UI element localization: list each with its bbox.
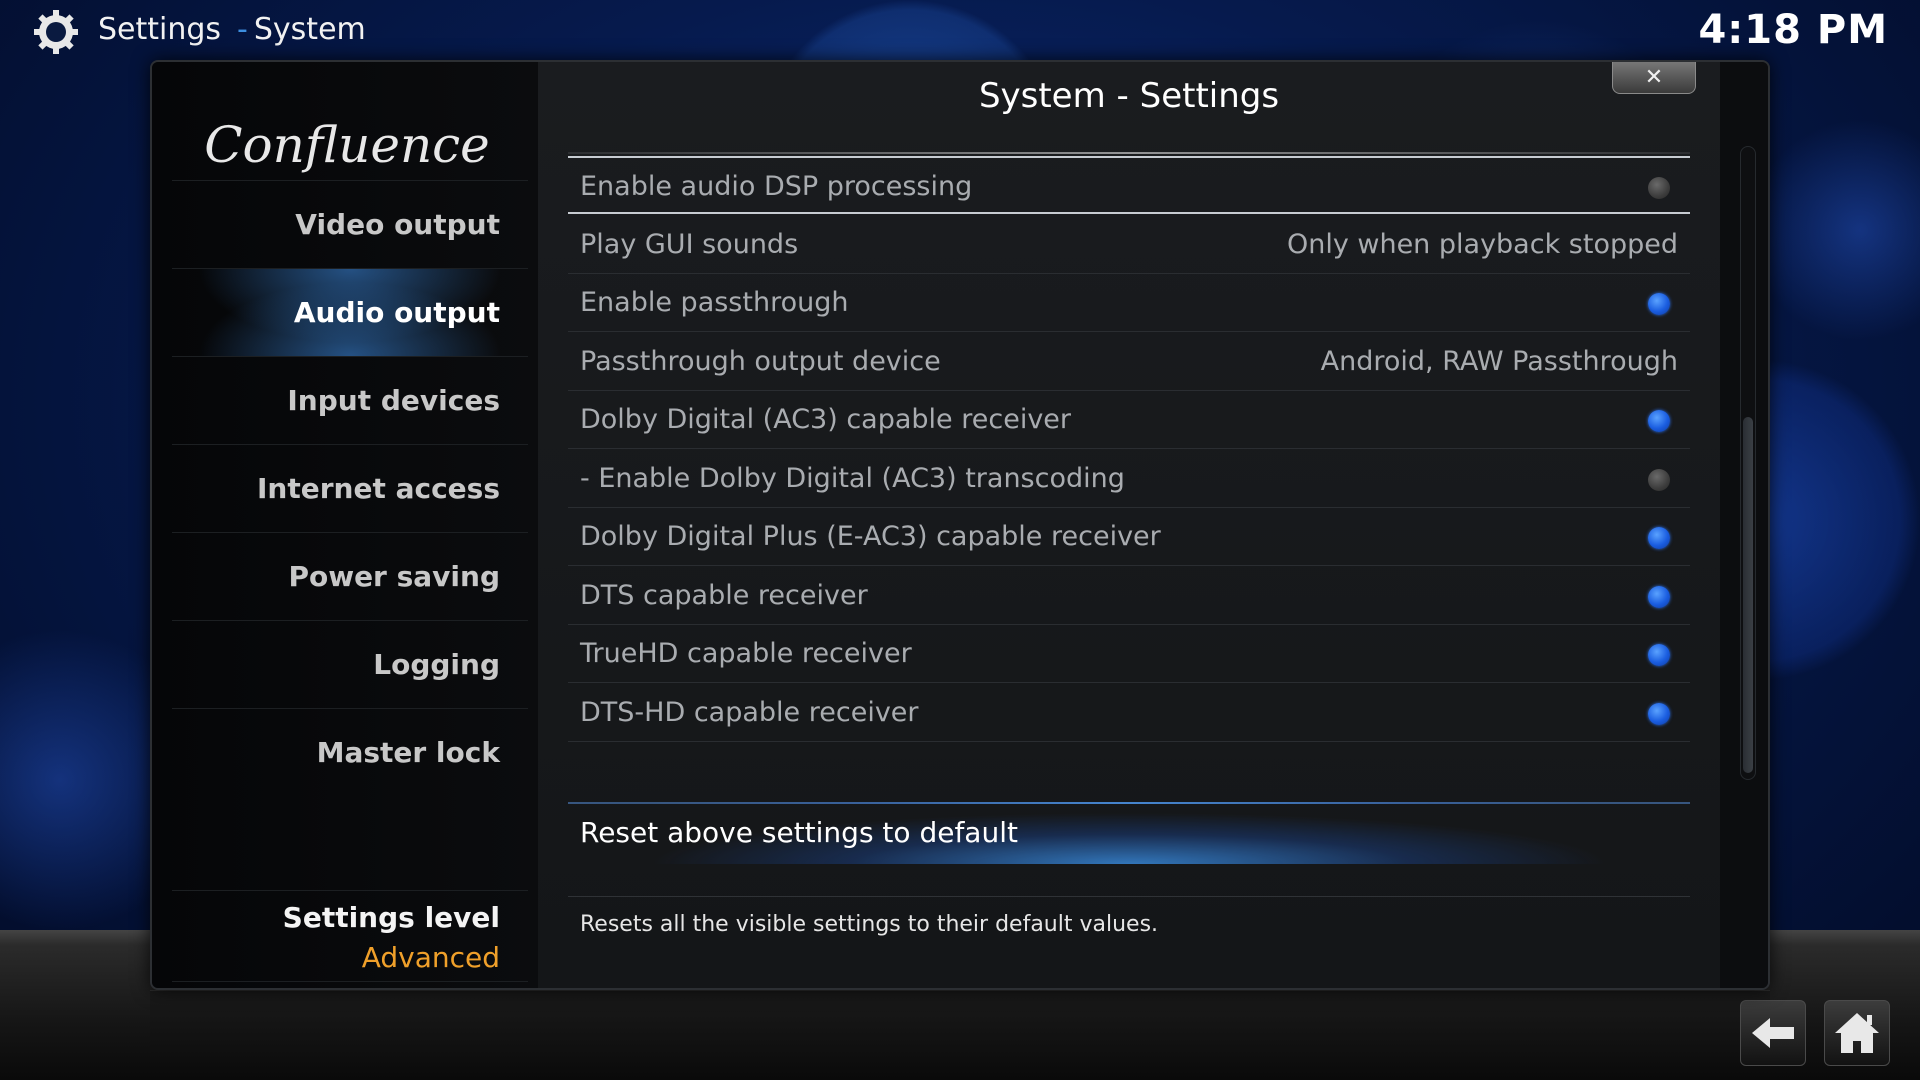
- settings-dialog: Confluence Video output Audio output Inp…: [150, 60, 1770, 990]
- sidebar-item-master-lock[interactable]: Master lock: [172, 708, 528, 796]
- setting-value: Only when playback stopped: [1286, 229, 1678, 260]
- toggle-on-indicator: [1648, 644, 1670, 666]
- reset-label: Reset above settings to default: [580, 816, 1018, 849]
- sidebar-item-input-devices[interactable]: Input devices: [172, 356, 528, 444]
- dialog-title: System - Settings: [978, 76, 1280, 116]
- setting-label: DTS capable receiver: [580, 580, 868, 611]
- svg-text:Confluence: Confluence: [204, 116, 490, 174]
- settings-level-label: Settings level: [282, 901, 500, 934]
- settings-level-value: Advanced: [361, 941, 500, 974]
- sidebar-item-label: Video output: [295, 208, 500, 241]
- setting-label: Passthrough output device: [580, 346, 941, 377]
- setting-row-dts-hd[interactable]: DTS-HD capable receiver: [568, 684, 1690, 742]
- setting-description: Resets all the visible settings to their…: [580, 912, 1159, 937]
- back-button[interactable]: [1740, 1000, 1806, 1066]
- toggle-on-indicator: [1648, 293, 1670, 315]
- sidebar-item-label: Input devices: [287, 384, 500, 417]
- sidebar-item-label: Power saving: [288, 560, 500, 593]
- clock: 4:18 PM: [1698, 7, 1888, 53]
- setting-label: Dolby Digital Plus (E-AC3) capable recei…: [580, 521, 1161, 552]
- scrollbar-thumb[interactable]: [1743, 417, 1753, 773]
- sidebar-item-label: Master lock: [316, 736, 500, 769]
- setting-row-ac3[interactable]: Dolby Digital (AC3) capable receiver: [568, 391, 1690, 449]
- toggle-on-indicator: [1648, 586, 1670, 608]
- toggle-on-indicator: [1648, 527, 1670, 549]
- setting-row-passthrough[interactable]: Enable passthrough: [568, 274, 1690, 332]
- scrollbar[interactable]: [1740, 146, 1756, 780]
- setting-label: Enable passthrough: [580, 287, 849, 318]
- divider: [568, 896, 1690, 897]
- setting-label: Enable audio DSP processing: [580, 171, 973, 202]
- gear-icon: [34, 10, 78, 54]
- screen: Settings - System 4:18 PM Confluence Video…: [0, 0, 1920, 1080]
- sidebar-item-label: Logging: [373, 648, 500, 681]
- setting-row-ac3-transcoding[interactable]: - Enable Dolby Digital (AC3) transcoding: [568, 450, 1690, 508]
- sidebar-item-audio-output[interactable]: Audio output: [172, 268, 528, 356]
- toggle-on-indicator: [1648, 703, 1670, 725]
- setting-row-audio-dsp[interactable]: Enable audio DSP processing: [568, 156, 1690, 214]
- setting-label: DTS-HD capable receiver: [580, 697, 919, 728]
- toggle-on-indicator: [1648, 410, 1670, 432]
- bottom-panel: [150, 990, 1770, 1060]
- setting-row-truehd[interactable]: TrueHD capable receiver: [568, 625, 1690, 683]
- sidebar-item-internet-access[interactable]: Internet access: [172, 444, 528, 532]
- setting-label: - Enable Dolby Digital (AC3) transcoding: [580, 463, 1125, 494]
- home-button[interactable]: [1824, 1000, 1890, 1066]
- setting-value: Android, RAW Passthrough: [1320, 346, 1678, 377]
- breadcrumb-subsection: System: [253, 12, 366, 47]
- toggle-off-indicator: [1648, 469, 1670, 491]
- setting-row-dts[interactable]: DTS capable receiver: [568, 567, 1690, 625]
- setting-label: TrueHD capable receiver: [580, 638, 912, 669]
- setting-label: Play GUI sounds: [580, 229, 799, 260]
- setting-row-gui-sounds[interactable]: Play GUI sounds Only when playback stopp…: [568, 216, 1690, 274]
- breadcrumb-section: Settings: [98, 12, 222, 47]
- sidebar-item-logging[interactable]: Logging: [172, 620, 528, 708]
- settings-panel: System - Settings Enable audio DSP proce…: [538, 62, 1720, 988]
- divider: [568, 152, 1690, 154]
- close-icon: ✕: [1644, 65, 1664, 90]
- sidebar-item-label: Audio output: [293, 296, 500, 329]
- close-button[interactable]: ✕: [1612, 62, 1696, 94]
- toggle-off-indicator: [1648, 177, 1670, 199]
- back-arrow-icon: [1752, 1018, 1794, 1048]
- home-icon: [1835, 1013, 1879, 1053]
- sidebar: Confluence Video output Audio output Inp…: [152, 62, 538, 988]
- sidebar-item-video-output[interactable]: Video output: [172, 180, 528, 268]
- settings-level-button[interactable]: Settings level Advanced: [172, 890, 528, 982]
- setting-row-eac3[interactable]: Dolby Digital Plus (E-AC3) capable recei…: [568, 508, 1690, 566]
- sidebar-item-power-saving[interactable]: Power saving: [172, 532, 528, 620]
- breadcrumb-separator: -: [237, 12, 248, 47]
- breadcrumb: Settings - System: [98, 10, 366, 50]
- reset-defaults-button[interactable]: Reset above settings to default: [568, 802, 1690, 864]
- setting-row-passthrough-device[interactable]: Passthrough output device Android, RAW P…: [568, 333, 1690, 391]
- sidebar-item-label: Internet access: [256, 472, 500, 505]
- setting-label: Dolby Digital (AC3) capable receiver: [580, 404, 1072, 435]
